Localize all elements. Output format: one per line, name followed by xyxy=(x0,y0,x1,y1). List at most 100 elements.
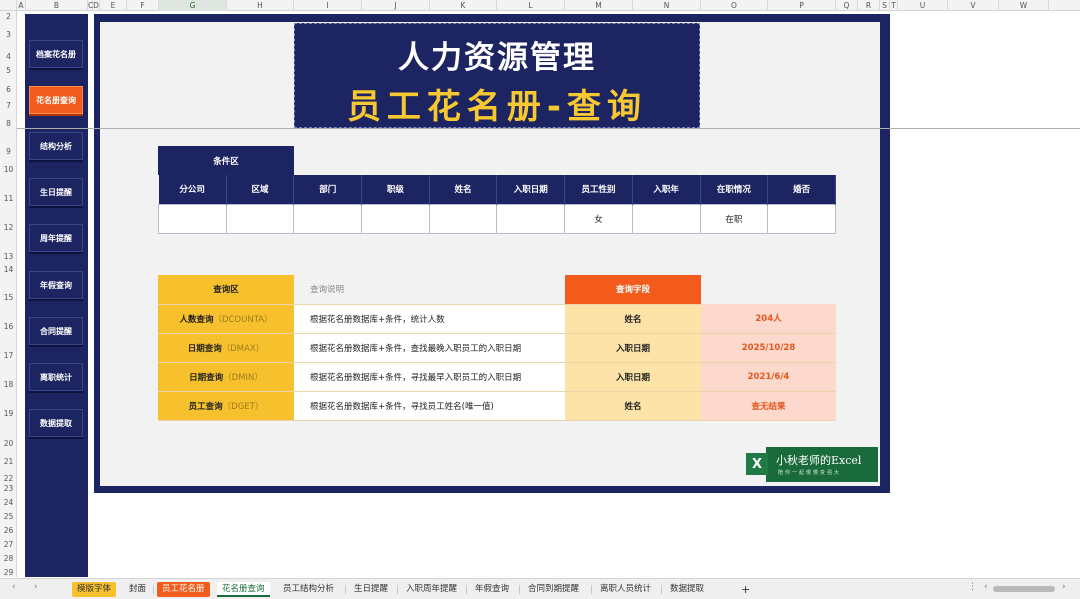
page-subtitle: 员工花名册-查询 xyxy=(346,87,648,127)
condition-cell-marital[interactable] xyxy=(767,203,836,234)
sheet-tab[interactable]: 数据提取 xyxy=(665,582,709,597)
row-number[interactable]: 5 xyxy=(0,66,17,75)
col-k[interactable]: K xyxy=(430,0,497,11)
query-label: 日期查询（DMAX） xyxy=(158,333,294,363)
sheet-tab[interactable]: 合同到期提醒 xyxy=(523,582,584,597)
horizontal-scrollbar[interactable] xyxy=(993,586,1055,592)
row-number[interactable]: 18 xyxy=(0,380,17,389)
row-number[interactable]: 21 xyxy=(0,457,17,466)
col-s[interactable]: S xyxy=(880,0,890,11)
sheet-tab[interactable]: 员工花名册 xyxy=(157,582,210,597)
query-field-cell[interactable]: 入职日期 xyxy=(565,333,701,363)
nav-button-anniversary-reminder[interactable]: 周年提醒 xyxy=(29,224,83,252)
row-number[interactable]: 15 xyxy=(0,293,17,302)
sheet-tab[interactable]: 模版字体 xyxy=(72,582,117,597)
row-number[interactable]: 22 xyxy=(0,474,17,483)
query-field-cell[interactable]: 姓名 xyxy=(565,304,701,334)
row-number[interactable]: 24 xyxy=(0,498,17,507)
row-number[interactable]: 28 xyxy=(0,554,17,563)
condition-cell-employment-status[interactable]: 在职 xyxy=(699,203,769,234)
condition-cell-gender[interactable]: 女 xyxy=(564,203,633,234)
condition-cell-branch[interactable] xyxy=(158,203,227,234)
nav-button-data-extract[interactable]: 数据提取 xyxy=(29,409,83,437)
col-e[interactable]: E xyxy=(100,0,127,11)
row-number[interactable]: 27 xyxy=(0,540,17,549)
freeze-pane-line xyxy=(17,128,1080,129)
row-number[interactable]: 6 xyxy=(0,85,17,94)
nav-button-structure-analysis[interactable]: 结构分析 xyxy=(29,132,83,160)
condition-cell-name[interactable] xyxy=(428,203,498,234)
col-v[interactable]: V xyxy=(948,0,999,11)
row-number[interactable]: 23 xyxy=(0,484,17,493)
nav-button-annual-leave[interactable]: 年假查询 xyxy=(29,271,83,299)
col-d[interactable]: D xyxy=(93,0,100,11)
col-n[interactable]: N xyxy=(633,0,701,11)
nav-button-contract-reminder[interactable]: 合同提醒 xyxy=(29,317,83,345)
row-number[interactable]: 14 xyxy=(0,265,17,274)
next-sheet-icon[interactable]: › xyxy=(34,582,38,592)
more-options-icon[interactable]: ⋮ xyxy=(968,582,977,592)
row-number[interactable]: 8 xyxy=(0,119,17,128)
row-number[interactable]: 20 xyxy=(0,439,17,448)
row-number[interactable]: 10 xyxy=(0,165,17,174)
condition-cell-department[interactable] xyxy=(293,203,363,234)
row-number[interactable]: 11 xyxy=(0,194,17,203)
col-i[interactable]: I xyxy=(294,0,362,11)
row-number[interactable]: 19 xyxy=(0,409,17,418)
sheet-tab[interactable]: 封面 xyxy=(124,582,151,597)
sheet-tab-active[interactable]: 花名册查询 xyxy=(217,582,270,597)
sidebar: 档案花名册 花名册查询 结构分析 生日提醒 周年提醒 年假查询 合同提醒 离职统… xyxy=(25,14,88,577)
nav-button-roster-query[interactable]: 花名册查询 xyxy=(29,86,83,114)
condition-cell-hire-year[interactable] xyxy=(631,203,701,234)
prev-sheet-icon[interactable]: ‹ xyxy=(12,582,16,592)
brand-logo: 小秋老师的Excel 陪你一起慢慢变强大 X xyxy=(746,447,878,482)
nav-button-resignation-stats[interactable]: 离职统计 xyxy=(29,363,83,391)
col-l[interactable]: L xyxy=(497,0,565,11)
col-p[interactable]: P xyxy=(768,0,836,11)
row-number[interactable]: 4 xyxy=(0,52,17,61)
sheet-tab[interactable]: 入职周年提醒 xyxy=(401,582,462,597)
sheet-tab[interactable]: 生日提醒 xyxy=(349,582,393,597)
query-function: （DMIN） xyxy=(223,372,263,383)
col-h[interactable]: H xyxy=(227,0,294,11)
condition-cell-region[interactable] xyxy=(225,203,295,234)
row-number[interactable]: 12 xyxy=(0,223,17,232)
sheet-tab[interactable]: 员工结构分析 xyxy=(278,582,339,597)
nav-button-birthday-reminder[interactable]: 生日提醒 xyxy=(29,178,83,206)
col-m[interactable]: M xyxy=(565,0,633,11)
condition-column-header: 婚否 xyxy=(767,175,836,204)
col-u[interactable]: U xyxy=(898,0,948,11)
row-number[interactable]: 3 xyxy=(0,30,17,39)
col-q[interactable]: Q xyxy=(836,0,858,11)
col-o[interactable]: O xyxy=(701,0,768,11)
sheet-tab[interactable]: 离职人员统计 xyxy=(595,582,656,597)
row-number[interactable]: 29 xyxy=(0,568,17,577)
col-r[interactable]: R xyxy=(858,0,880,11)
add-sheet-button[interactable]: + xyxy=(736,582,755,597)
row-number[interactable]: 16 xyxy=(0,322,17,331)
condition-column-header: 员工性别 xyxy=(564,175,633,204)
row-number[interactable]: 2 xyxy=(0,12,17,21)
row-number[interactable]: 13 xyxy=(0,252,17,261)
condition-column-header: 姓名 xyxy=(429,175,498,204)
col-w[interactable]: W xyxy=(999,0,1049,11)
scroll-left-icon[interactable]: ‹ xyxy=(984,582,988,592)
row-number[interactable]: 17 xyxy=(0,351,17,360)
nav-button-roster[interactable]: 档案花名册 xyxy=(29,40,83,68)
query-field-cell[interactable]: 姓名 xyxy=(565,391,701,421)
col-g[interactable]: G xyxy=(159,0,227,11)
col-b[interactable]: B xyxy=(26,0,88,11)
condition-cell-hire-date[interactable] xyxy=(496,203,566,234)
col-j[interactable]: J xyxy=(362,0,430,11)
row-number[interactable]: 9 xyxy=(0,147,17,156)
row-number[interactable]: 25 xyxy=(0,512,17,521)
col-f[interactable]: F xyxy=(127,0,159,11)
row-number[interactable]: 26 xyxy=(0,526,17,535)
query-field-cell[interactable]: 入职日期 xyxy=(565,362,701,392)
col-a[interactable]: A xyxy=(17,0,26,11)
scroll-right-icon[interactable]: › xyxy=(1062,582,1066,592)
sheet-tab[interactable]: 年假查询 xyxy=(470,582,514,597)
condition-cell-rank[interactable] xyxy=(361,203,430,234)
col-t[interactable]: T xyxy=(890,0,898,11)
row-number[interactable]: 7 xyxy=(0,101,17,110)
